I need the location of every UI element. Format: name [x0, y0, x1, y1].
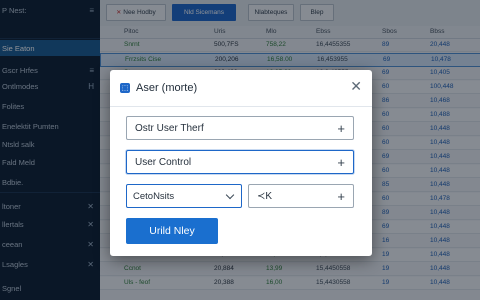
value-stepper[interactable]: ≺K + [248, 184, 354, 208]
field-value: Ostr User Therf [135, 122, 204, 134]
user-dialog: ⬚ Aser (morte) ✕ Ostr User Therf + User … [110, 70, 372, 256]
stepper-value: ≺K [257, 190, 273, 202]
user-name-field[interactable]: Ostr User Therf + [126, 116, 354, 140]
dialog-title: Aser (morte) [136, 82, 198, 94]
dialog-header: ⬚ Aser (morte) [110, 70, 372, 106]
close-icon[interactable]: ✕ [350, 79, 362, 93]
confirm-button[interactable]: Urild Nley [126, 218, 218, 244]
plus-icon[interactable]: + [337, 156, 345, 169]
chevron-down-icon [225, 190, 235, 199]
select-value: CetoNsits [133, 190, 175, 202]
category-select[interactable]: CetoNsits [126, 184, 242, 208]
field-value: User Control [135, 156, 192, 168]
plus-icon[interactable]: + [337, 190, 345, 203]
user-icon: ⬚ [120, 83, 130, 93]
user-control-field[interactable]: User Control + [126, 150, 354, 174]
plus-icon[interactable]: + [337, 122, 345, 135]
dialog-divider [110, 106, 372, 107]
